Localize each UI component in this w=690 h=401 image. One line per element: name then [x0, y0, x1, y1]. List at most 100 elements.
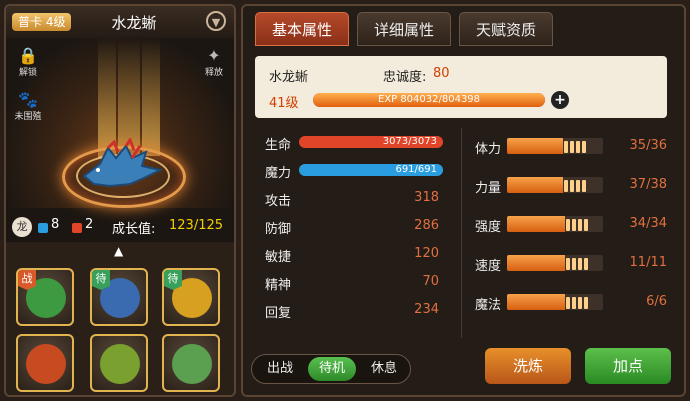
aptitude-bar-fill — [507, 138, 563, 154]
slot-status-tag: 战 — [18, 270, 36, 290]
aptitude-pip — [575, 141, 580, 153]
unwatched-button[interactable]: 🐾 未围殖 — [8, 90, 48, 122]
stat-label: 精神 — [265, 278, 292, 293]
stat-label: 敏捷 — [265, 250, 292, 265]
red-count: 2 — [85, 217, 94, 232]
add-exp-button[interactable]: + — [551, 91, 569, 109]
stat-value: 286 — [414, 218, 439, 233]
aptitude-bar-fill — [507, 177, 563, 193]
aptitude-pip — [565, 219, 570, 231]
aptitude-value: 37/38 — [629, 177, 667, 192]
aptitude-value: 35/36 — [629, 138, 667, 153]
aptitude-pip — [569, 141, 574, 153]
aptitude-label: 强度 — [475, 220, 502, 235]
pet-slot[interactable]: 战 — [16, 268, 74, 326]
aptitude-pip — [571, 297, 576, 309]
reset-attributes-button[interactable]: 洗炼 — [485, 348, 571, 384]
blue-gem-icon — [38, 223, 48, 233]
pet-level: 41级 — [269, 96, 299, 111]
aptitude-pip — [583, 297, 588, 309]
bar-text: 3073/3073 — [382, 136, 437, 147]
aptitude-pip — [583, 258, 588, 270]
release-button[interactable]: ✦ 释放 — [194, 46, 234, 78]
pet-header: 普卡 4级 水龙蜥 ▼ — [6, 6, 234, 38]
hp-bar: 3073/3073 — [299, 136, 443, 148]
aptitude-pip — [577, 258, 582, 270]
dragon-sprite — [82, 138, 163, 188]
mp-bar: 691/691 — [299, 164, 443, 176]
aptitude-pip — [583, 219, 588, 231]
pet-slot-grid: ▲ 战 待 待 — [6, 242, 234, 395]
blue-count: 8 — [51, 217, 60, 232]
tab-detailed-attributes[interactable]: 详细属性 — [357, 12, 451, 46]
aptitude-bar-fill — [507, 255, 565, 271]
release-label: 释放 — [204, 68, 223, 78]
tab-talent-aptitude[interactable]: 天赋资质 — [459, 12, 553, 46]
stat-value: 120 — [414, 246, 439, 261]
pet-showcase: 🔒 解锁 🐾 未围殖 ✦ 释放 — [6, 38, 234, 208]
aptitude-bar — [507, 138, 603, 154]
pet-state-toggle: 出战 待机 休息 — [251, 354, 411, 384]
pet-screen: 普卡 4级 水龙蜥 ▼ 🔒 解锁 🐾 未围殖 ✦ 释放 龙 8 2 成长值: 1… — [0, 0, 690, 401]
stat-label: 防御 — [265, 222, 292, 237]
aptitude-bar — [507, 255, 603, 271]
exp-bar: EXP 804032/804398 — [313, 93, 545, 107]
pet-portrait — [26, 344, 66, 384]
aptitude-pip — [569, 180, 574, 192]
aptitude-bar — [507, 294, 603, 310]
aptitude-label: 力量 — [475, 181, 502, 196]
aptitude-label: 魔法 — [475, 298, 502, 313]
aptitude-pips — [565, 216, 589, 232]
stat-value: 318 — [414, 190, 439, 205]
stat-label: 攻击 — [265, 194, 292, 209]
attributes-panel: 基本属性 详细属性 天赋资质 水龙蜥 忠诚度: 80 41级 EXP 80403… — [241, 4, 686, 397]
pet-info-card: 水龙蜥 忠诚度: 80 41级 EXP 804032/804398 + — [255, 56, 667, 118]
aptitude-pip — [577, 297, 582, 309]
lock-icon: 🔒 — [18, 46, 38, 65]
aptitude-bar-fill — [507, 216, 565, 232]
aptitude-pip — [565, 297, 570, 309]
pet-slot[interactable] — [162, 334, 220, 392]
red-gem-icon — [72, 223, 82, 233]
pet-slot[interactable]: 待 — [90, 268, 148, 326]
stat-label: 魔力 — [265, 166, 292, 181]
add-points-button[interactable]: 加点 — [585, 348, 671, 384]
chevron-down-icon[interactable]: ▼ — [206, 11, 226, 31]
pet-name-title: 水龙蜥 — [111, 14, 157, 32]
pet-slot[interactable] — [16, 334, 74, 392]
aptitude-pip — [563, 141, 568, 153]
pet-slot[interactable]: 待 — [162, 268, 220, 326]
aptitude-pip — [577, 219, 582, 231]
aptitude-pips — [563, 177, 587, 193]
pet-preview-panel: 普卡 4级 水龙蜥 ▼ 🔒 解锁 🐾 未围殖 ✦ 释放 龙 8 2 成长值: 1… — [4, 4, 236, 397]
aptitude-label: 体力 — [475, 142, 502, 157]
slot-status-tag: 待 — [164, 270, 182, 290]
slot-status-tag: 待 — [92, 270, 110, 290]
pet-summary-row: 龙 8 2 成长值: 123/125 — [6, 212, 234, 242]
aptitude-pip — [581, 180, 586, 192]
stat-label: 回复 — [265, 306, 292, 321]
dragon-type-icon: 龙 — [12, 217, 32, 237]
stat-value: 234 — [414, 302, 439, 317]
loyalty-label: 忠诚度: — [383, 70, 427, 85]
chevron-up-icon[interactable]: ▲ — [114, 244, 123, 258]
loyalty-value: 80 — [433, 66, 450, 81]
info-pet-name: 水龙蜥 — [269, 70, 309, 85]
tab-basic-attributes[interactable]: 基本属性 — [255, 12, 349, 46]
stat-label: 生命 — [265, 138, 292, 153]
state-button[interactable]: 待机 — [308, 357, 356, 381]
state-button[interactable]: 休息 — [360, 357, 408, 381]
aptitude-pips — [565, 255, 589, 271]
aptitude-pip — [571, 219, 576, 231]
unlock-button[interactable]: 🔒 解锁 — [8, 46, 48, 78]
aptitude-label: 速度 — [475, 259, 502, 274]
growth-label: 成长值: — [112, 222, 156, 237]
paw-icon: 🐾 — [18, 90, 38, 109]
aptitude-pip — [581, 141, 586, 153]
aptitude-value: 11/11 — [629, 255, 667, 270]
state-button[interactable]: 出战 — [256, 357, 304, 381]
aptitude-pips — [563, 138, 587, 154]
tier-badge: 普卡 4级 — [12, 13, 72, 31]
pet-slot[interactable] — [90, 334, 148, 392]
aptitude-pip — [571, 258, 576, 270]
